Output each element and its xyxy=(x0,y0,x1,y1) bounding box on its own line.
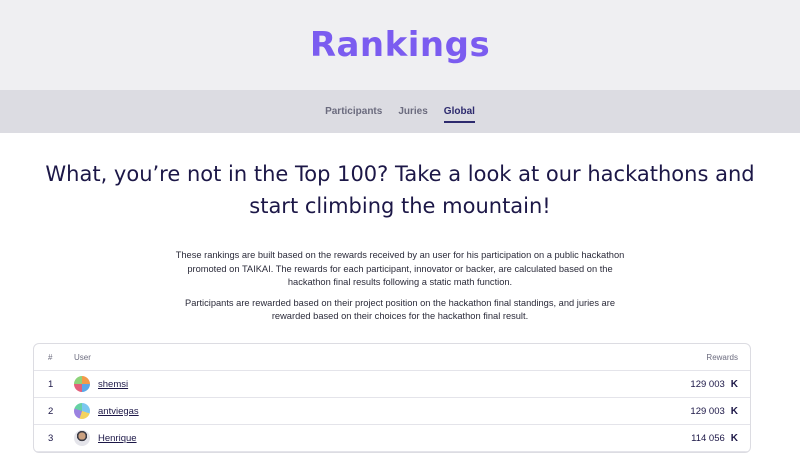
rewards-value: 129 003 xyxy=(690,405,725,417)
avatar[interactable] xyxy=(74,376,90,392)
user-link[interactable]: shemsi xyxy=(98,379,128,390)
user-link[interactable]: Henrique xyxy=(98,433,137,444)
avatar[interactable] xyxy=(74,430,90,446)
page-header: Rankings xyxy=(0,0,800,90)
avatar[interactable] xyxy=(74,403,90,419)
row-rank: 2 xyxy=(48,405,54,417)
row-user: Henrique xyxy=(74,430,550,446)
description-paragraph-1: These rankings are built based on the re… xyxy=(175,250,625,287)
table-row: 1 shemsi 129 003 K xyxy=(34,371,750,398)
row-user: antviegas xyxy=(74,403,550,419)
row-rewards: 114 056 K xyxy=(550,433,750,444)
ranking-tabs: Participants Juries Global xyxy=(0,90,800,133)
tab-juries[interactable]: Juries xyxy=(398,102,427,121)
header-rewards: Rewards xyxy=(706,352,738,362)
rewards-value: 129 003 xyxy=(690,378,725,390)
table-row: 2 antviegas 129 003 K xyxy=(34,398,750,425)
rankings-table: # User Rewards 1 shemsi 129 003 K 2 antv… xyxy=(33,343,751,453)
tab-global[interactable]: Global xyxy=(443,102,476,123)
headline: What, you’re not in the Top 100? Take a … xyxy=(45,162,755,218)
user-link[interactable]: antviegas xyxy=(98,406,139,417)
header-user: User xyxy=(74,352,91,362)
table-row: 3 Henrique 114 056 K xyxy=(34,425,750,452)
table-header: # User Rewards xyxy=(34,344,750,371)
row-rank: 3 xyxy=(48,432,54,444)
description: These rankings are built based on the re… xyxy=(175,249,625,324)
header-rank: # xyxy=(48,352,53,362)
rewards-value: 114 056 xyxy=(691,432,725,444)
row-rewards: 129 003 K xyxy=(550,406,750,417)
description-paragraph-2: Participants are rewarded based on their… xyxy=(185,297,615,322)
token-icon: K xyxy=(730,432,738,444)
token-icon: K xyxy=(730,405,738,417)
token-icon: K xyxy=(730,378,738,390)
tab-participants[interactable]: Participants xyxy=(325,102,382,121)
row-rank: 1 xyxy=(48,378,54,390)
page-title: Rankings xyxy=(309,25,491,65)
row-user: shemsi xyxy=(74,376,550,392)
row-rewards: 129 003 K xyxy=(550,379,750,390)
